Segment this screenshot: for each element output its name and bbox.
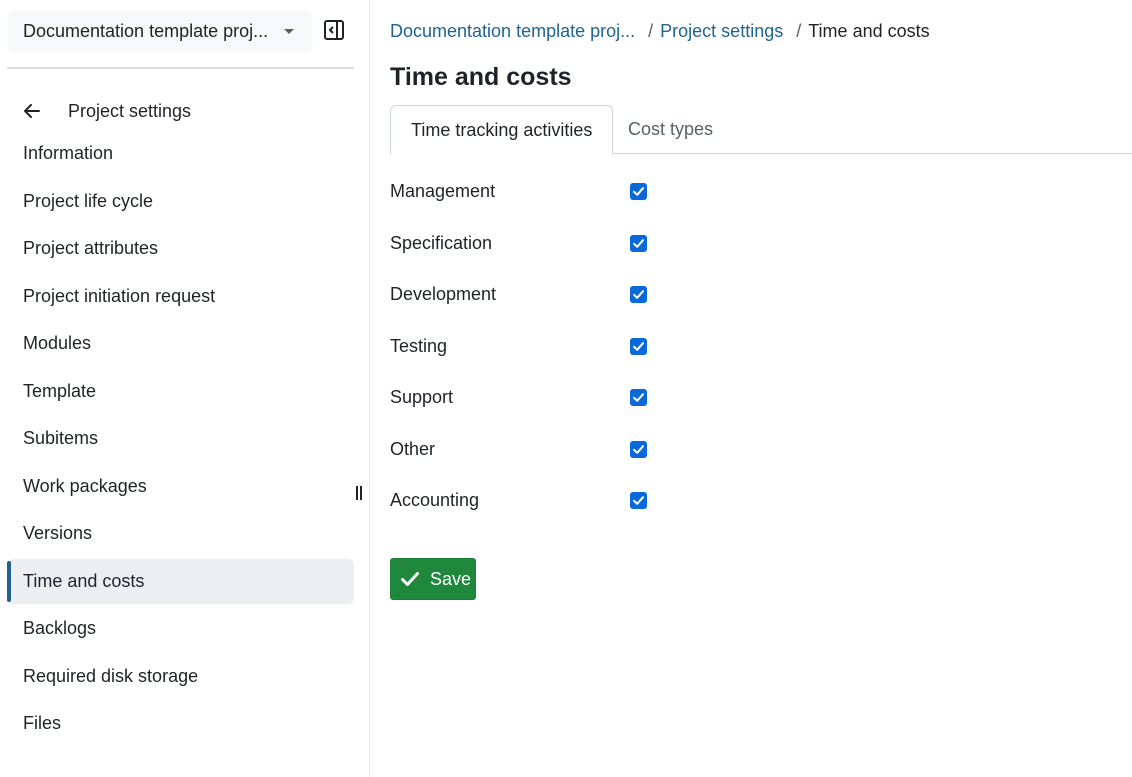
activity-checkbox[interactable] — [630, 234, 647, 252]
sidebar-item-backlogs[interactable]: Backlogs — [7, 606, 354, 651]
activity-checkbox[interactable] — [630, 389, 647, 407]
sidebar-collapse-icon[interactable] — [322, 18, 346, 42]
sidebar-item-files[interactable]: Files — [7, 701, 354, 746]
activity-list: Management Specification Development Tes… — [390, 166, 690, 527]
breadcrumb: Documentation template proj... / Project… — [390, 19, 930, 43]
list-item: Other — [390, 424, 690, 476]
save-button[interactable]: Save — [390, 558, 476, 600]
sidebar-item-subitems[interactable]: Subitems — [7, 416, 354, 461]
check-icon — [400, 569, 420, 589]
list-item: Support — [390, 372, 690, 424]
tab-bar: Time tracking activities Cost types — [390, 105, 1132, 155]
sidebar-item-information[interactable]: Information — [7, 131, 354, 176]
sidebar-item-time-and-costs[interactable]: Time and costs — [7, 558, 354, 604]
activity-label: Support — [390, 387, 454, 408]
activity-label: Management — [390, 181, 496, 202]
sidebar-item-project-attributes[interactable]: Project attributes — [7, 226, 354, 271]
list-item: Management — [390, 166, 690, 218]
breadcrumb-separator: / — [796, 20, 802, 41]
back-to-project-settings[interactable]: Project settings — [22, 96, 191, 126]
activity-label: Accounting — [390, 490, 480, 511]
project-switcher[interactable]: Documentation template proj... — [8, 10, 312, 52]
page-title: Time and costs — [390, 63, 572, 91]
sidebar-item-project-life-cycle[interactable]: Project life cycle — [7, 179, 354, 224]
sidebar-item-versions[interactable]: Versions — [7, 511, 354, 556]
breadcrumb-separator: / — [648, 20, 654, 41]
tab-cost-types[interactable]: Cost types — [608, 105, 733, 154]
back-label: Project settings — [68, 100, 192, 121]
list-item: Testing — [390, 321, 690, 373]
arrow-left-icon — [22, 101, 42, 121]
list-item: Specification — [390, 218, 690, 270]
resize-handle-icon[interactable] — [356, 486, 362, 500]
sidebar-divider — [7, 67, 354, 69]
main-content: Documentation template proj... / Project… — [370, 0, 1132, 777]
activity-label: Development — [390, 284, 497, 305]
breadcrumb-current: Time and costs — [808, 20, 930, 41]
sidebar-item-required-disk-storage[interactable]: Required disk storage — [7, 654, 354, 699]
app-window: Documentation template proj... Project s… — [0, 0, 1132, 777]
save-button-label: Save — [430, 568, 472, 589]
sidebar-item-project-initiation-request[interactable]: Project initiation request — [7, 274, 354, 319]
activity-label: Other — [390, 438, 436, 459]
sidebar: Documentation template proj... Project s… — [0, 0, 370, 777]
project-switcher-label: Documentation template proj... — [23, 20, 269, 41]
breadcrumb-settings-link[interactable]: Project settings — [660, 21, 783, 42]
breadcrumb-project-link[interactable]: Documentation template proj... — [390, 21, 635, 42]
settings-menu: Information Project life cycle Project a… — [7, 131, 354, 749]
list-item: Accounting — [390, 475, 690, 527]
activity-label: Testing — [390, 335, 448, 356]
activity-checkbox[interactable] — [630, 183, 647, 201]
list-item: Development — [390, 269, 690, 321]
caret-down-icon — [284, 29, 294, 34]
activity-checkbox[interactable] — [630, 492, 647, 510]
activity-checkbox[interactable] — [630, 440, 647, 458]
sidebar-item-work-packages[interactable]: Work packages — [7, 464, 354, 509]
activity-checkbox[interactable] — [630, 337, 647, 355]
sidebar-item-template[interactable]: Template — [7, 369, 354, 414]
activity-checkbox[interactable] — [630, 286, 647, 304]
activity-label: Specification — [390, 232, 493, 253]
tab-time-tracking-activities[interactable]: Time tracking activities — [390, 105, 614, 155]
sidebar-item-modules[interactable]: Modules — [7, 321, 354, 366]
